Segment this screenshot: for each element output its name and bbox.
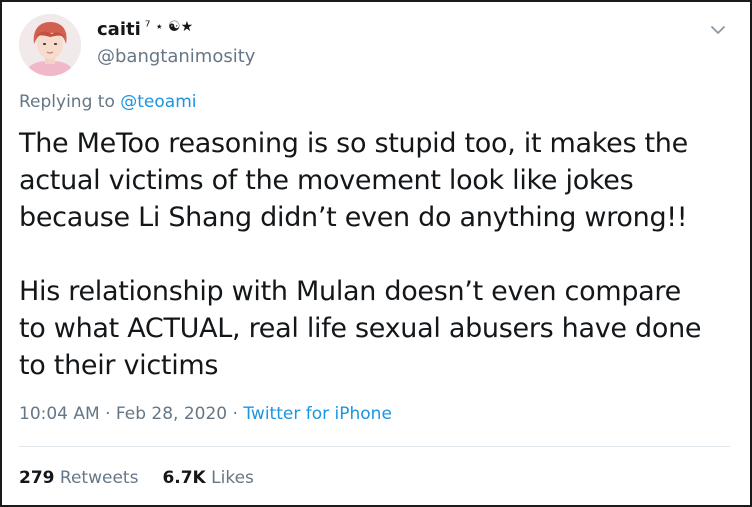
meta-separator: · bbox=[105, 404, 111, 424]
retweets-stat[interactable]: 279 Retweets bbox=[19, 468, 138, 488]
tweet-line: The MeToo reasoning is so stupid too, it… bbox=[19, 128, 688, 159]
tweet-line: to what ACTUAL, real life sexual abusers… bbox=[19, 313, 702, 344]
tweet-line: to their victims bbox=[19, 350, 219, 381]
replying-to-label: Replying to bbox=[19, 92, 115, 112]
likes-label: Likes bbox=[211, 468, 254, 488]
tweet-card: caiti ⁷ ⋆ ☯︎★ @bangtanimosity Replying to… bbox=[0, 0, 752, 507]
tweet-text: The MeToo reasoning is so stupid too, it… bbox=[19, 125, 737, 384]
tweet-line: actual victims of the movement look like… bbox=[19, 165, 634, 196]
tweet-date[interactable]: Feb 28, 2020 bbox=[116, 404, 227, 424]
tweet-line: His relationship with Mulan doesn’t even… bbox=[19, 276, 681, 307]
likes-stat[interactable]: 6.7K Likes bbox=[162, 468, 253, 488]
author-name-row[interactable]: caiti ⁷ ⋆ ☯︎★ bbox=[97, 19, 193, 40]
replying-to: Replying to @teoami bbox=[19, 92, 196, 112]
retweets-count: 279 bbox=[19, 468, 55, 488]
avatar[interactable] bbox=[19, 14, 81, 76]
divider bbox=[19, 446, 730, 447]
likes-count: 6.7K bbox=[162, 468, 206, 488]
tweet-time[interactable]: 10:04 AM bbox=[19, 404, 100, 424]
tweet-source[interactable]: Twitter for iPhone bbox=[243, 404, 392, 424]
meta-separator: · bbox=[232, 404, 238, 424]
engagement-stats: 279 Retweets 6.7K Likes bbox=[19, 468, 254, 488]
author-handle[interactable]: @bangtanimosity bbox=[97, 46, 255, 67]
chevron-down-icon[interactable] bbox=[708, 20, 728, 40]
display-name[interactable]: caiti bbox=[97, 19, 141, 40]
replying-to-handle[interactable]: @teoami bbox=[120, 92, 196, 112]
tweet-metadata: 10:04 AM · Feb 28, 2020 · Twitter for iP… bbox=[19, 404, 392, 424]
name-badge: ⁷ ⋆ ☯︎★ bbox=[144, 19, 194, 35]
retweets-label: Retweets bbox=[59, 468, 139, 488]
tweet-line: because Li Shang didn’t even do anything… bbox=[19, 202, 688, 233]
